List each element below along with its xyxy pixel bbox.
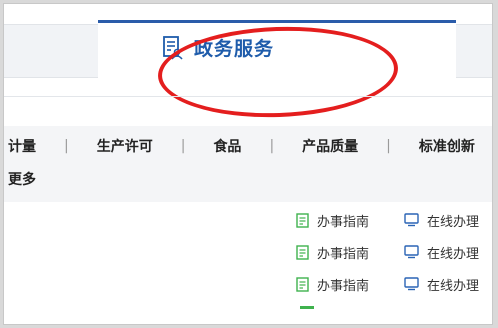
service-row: 办事指南 在线办理 bbox=[296, 268, 479, 300]
monitor-icon bbox=[404, 213, 419, 227]
guide-link[interactable]: 办事指南 bbox=[296, 211, 404, 230]
document-icon bbox=[296, 244, 309, 260]
online-label: 在线办理 bbox=[427, 246, 480, 262]
category-food[interactable]: 食品 bbox=[213, 136, 241, 156]
guide-link[interactable]: 办事指南 bbox=[296, 243, 404, 262]
document-icon bbox=[296, 212, 309, 228]
tab-title: 政务服务 bbox=[162, 34, 274, 61]
tab-bar: 政务服务 bbox=[4, 20, 492, 122]
document-person-icon bbox=[163, 35, 183, 60]
category-standard-innovation[interactable]: 标准创新 bbox=[419, 136, 475, 156]
online-service-link[interactable]: 在线办理 bbox=[404, 211, 479, 230]
more-link[interactable]: 更多 bbox=[8, 169, 36, 189]
category-product-quality[interactable]: 产品质量 bbox=[302, 136, 358, 156]
tab-government-services[interactable] bbox=[98, 20, 456, 76]
service-row: 办事指南 在线办理 bbox=[296, 204, 479, 236]
guide-label: 办事指南 bbox=[317, 246, 370, 262]
monitor-icon bbox=[404, 245, 419, 259]
separator: | bbox=[386, 138, 391, 154]
guide-label: 办事指南 bbox=[317, 214, 370, 230]
tab-next[interactable] bbox=[456, 24, 492, 78]
separator: | bbox=[180, 138, 186, 154]
document-icon bbox=[296, 276, 309, 292]
online-service-link[interactable]: 在线办理 bbox=[404, 243, 479, 262]
online-service-link[interactable]: 在线办理 bbox=[404, 275, 479, 294]
guide-label: 办事指南 bbox=[317, 278, 370, 294]
tab-previous[interactable] bbox=[4, 24, 98, 78]
category-production-license[interactable]: 生产许可 bbox=[97, 136, 153, 156]
service-list: 办事指南 在线办理 办事指南 在线办理 办事指南 在线办理 bbox=[296, 204, 479, 300]
guide-link[interactable]: 办事指南 bbox=[296, 275, 404, 294]
content-panel: 政务服务 计量 | 生产许可 | 食品 | 产品质量 | 标准创新 | 更多 bbox=[3, 3, 493, 325]
service-row: 办事指南 在线办理 bbox=[296, 236, 479, 268]
separator: | bbox=[64, 138, 69, 154]
online-label: 在线办理 bbox=[427, 278, 480, 294]
divider bbox=[4, 96, 492, 97]
separator: | bbox=[269, 138, 275, 154]
online-label: 在线办理 bbox=[427, 214, 480, 230]
monitor-icon bbox=[404, 277, 419, 291]
partial-document-icon bbox=[300, 306, 314, 309]
category-nav: 计量 | 生产许可 | 食品 | 产品质量 | 标准创新 | 更多 bbox=[4, 126, 492, 202]
category-metrology[interactable]: 计量 bbox=[8, 136, 36, 156]
tab-label: 政务服务 bbox=[194, 38, 275, 60]
